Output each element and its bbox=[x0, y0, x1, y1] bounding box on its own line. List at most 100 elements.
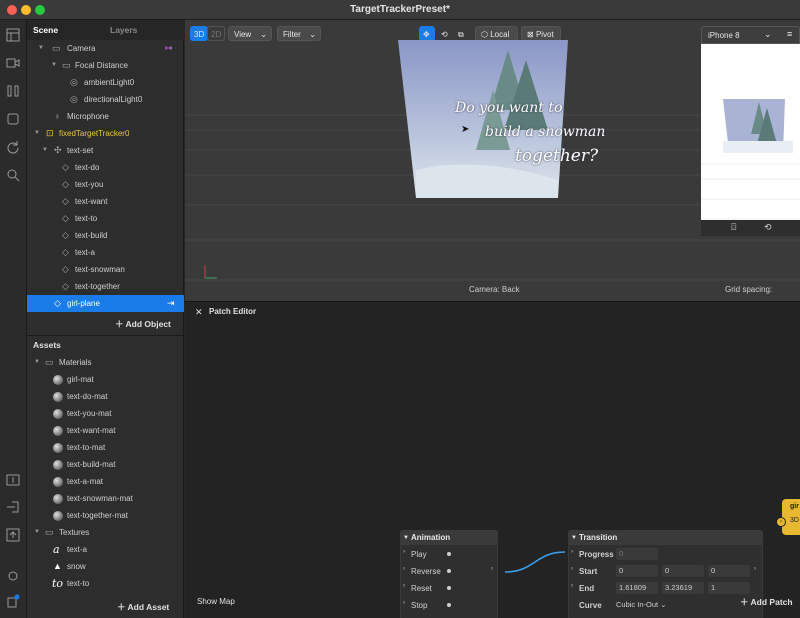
layout-icon[interactable] bbox=[6, 28, 20, 42]
material-item[interactable]: text-you-mat bbox=[27, 405, 184, 422]
scale-tool-icon[interactable]: ⧉ bbox=[454, 26, 470, 41]
add-object-button[interactable]: ＋ Add Object bbox=[115, 318, 171, 330]
assets-materials-folder[interactable]: ▼ ▭ Materials bbox=[27, 354, 184, 371]
transition-patch-node[interactable]: ▼ Transition › Progress 0 › Start 0 0 0 ›… bbox=[568, 530, 763, 618]
scene-item-text-a[interactable]: ◇ text-a bbox=[27, 244, 184, 261]
port-arrow-icon[interactable]: › bbox=[571, 549, 573, 555]
pulse-port[interactable] bbox=[447, 552, 451, 556]
material-item[interactable]: text-build-mat bbox=[27, 456, 184, 473]
close-icon[interactable]: ✕ bbox=[195, 307, 203, 318]
device-selector[interactable]: iPhone 8 ⌄ ≡ bbox=[701, 26, 800, 44]
material-item[interactable]: text-want-mat bbox=[27, 422, 184, 439]
viewport[interactable]: 3D 2D View ⌄ Filter ⌄ ✥ ⟲ ⧉ ⬡ Local ⊠ Pivo… bbox=[185, 20, 800, 301]
pulse-port[interactable] bbox=[447, 569, 451, 573]
device-icon[interactable] bbox=[6, 594, 20, 608]
chevron-down-icon[interactable]: ▼ bbox=[34, 524, 40, 541]
filter-dropdown[interactable]: Filter ⌄ bbox=[277, 26, 321, 41]
pulse-port[interactable] bbox=[447, 586, 451, 590]
material-item[interactable]: girl-mat bbox=[27, 371, 184, 388]
scene-item-ambient-light[interactable]: ◎ ambientLight0 bbox=[27, 74, 184, 91]
show-map-button[interactable]: Show Map bbox=[197, 597, 235, 606]
tab-scene[interactable]: Scene bbox=[33, 25, 58, 35]
pulse-port[interactable] bbox=[447, 603, 451, 607]
mode-3d-button[interactable]: 3D bbox=[190, 26, 209, 41]
stop-icon[interactable] bbox=[6, 112, 20, 126]
chevron-down-icon[interactable]: ▼ bbox=[42, 142, 48, 159]
menu-icon[interactable]: ≡ bbox=[787, 29, 792, 39]
window-title: TargetTrackerPreset* bbox=[350, 4, 450, 15]
input-port-icon[interactable]: › bbox=[776, 517, 786, 527]
port-arrow-icon[interactable]: › bbox=[571, 566, 573, 572]
start-y-field[interactable]: 0 bbox=[662, 565, 704, 577]
add-patch-button[interactable]: ＋ Add Patch bbox=[740, 596, 793, 608]
rotate-tool-icon[interactable]: ⟲ bbox=[437, 26, 453, 41]
light-icon: ◎ bbox=[70, 94, 78, 104]
scene-item-target-tracker[interactable]: ▼ ⊡ fixedTargetTracker0 bbox=[27, 125, 184, 142]
material-item[interactable]: text-a-mat bbox=[27, 473, 184, 490]
progress-field[interactable]: 0 bbox=[616, 548, 658, 560]
scene-item-text-snowman[interactable]: ◇ text-snowman bbox=[27, 261, 184, 278]
refresh-icon[interactable] bbox=[6, 140, 20, 154]
port-arrow-icon[interactable]: › bbox=[403, 600, 405, 606]
view-dropdown[interactable]: View ⌄ bbox=[228, 26, 272, 41]
texture-item[interactable]: ▲ snow bbox=[27, 558, 184, 575]
end-x-field[interactable]: 1.61809 bbox=[616, 582, 658, 594]
import-icon[interactable] bbox=[6, 472, 20, 486]
chevron-down-icon[interactable]: ▼ bbox=[38, 40, 44, 57]
tab-layers[interactable]: Layers bbox=[110, 25, 137, 35]
girl-plane-patch-node[interactable]: gir 3D bbox=[782, 499, 800, 535]
scene-item-camera[interactable]: ▼ ▭ Camera ↦ bbox=[27, 40, 184, 57]
login-icon[interactable] bbox=[6, 500, 20, 514]
scene-item-microphone[interactable]: ♁ Microphone bbox=[27, 108, 184, 125]
texture-item[interactable]: to text-to bbox=[27, 575, 184, 592]
texture-item[interactable]: a text-a bbox=[27, 541, 184, 558]
material-sphere-icon bbox=[53, 494, 63, 504]
bug-icon[interactable] bbox=[6, 568, 20, 582]
upload-icon[interactable] bbox=[6, 528, 20, 542]
add-asset-button[interactable]: ＋ Add Asset bbox=[117, 601, 169, 613]
link-arrow-icon[interactable]: ⇥ bbox=[167, 295, 175, 312]
output-port-icon[interactable]: › bbox=[754, 566, 756, 572]
chevron-down-icon[interactable]: ▼ bbox=[51, 57, 57, 74]
rotate-device-icon[interactable]: ⟲ bbox=[764, 222, 772, 233]
local-toggle-button[interactable]: ⬡ Local bbox=[475, 26, 518, 41]
scene-item-focal-distance[interactable]: ▼ ▭ Focal Distance bbox=[27, 57, 184, 74]
video-icon[interactable] bbox=[6, 56, 20, 70]
animation-patch-node[interactable]: ▼ Animation › Play › Reverse › Reset › St… bbox=[400, 530, 498, 618]
capture-icon[interactable]: ⌼ bbox=[731, 222, 736, 233]
start-z-field[interactable]: 0 bbox=[708, 565, 750, 577]
scene-item-text-together[interactable]: ◇ text-together bbox=[27, 278, 184, 295]
scene-item-girl-plane[interactable]: ◇ girl-plane ⇥ bbox=[27, 295, 184, 312]
port-arrow-icon[interactable]: › bbox=[403, 566, 405, 572]
material-item[interactable]: text-do-mat bbox=[27, 388, 184, 405]
patch-editor[interactable]: ✕ Patch Editor ▼ Animation › Play › Rever… bbox=[185, 301, 800, 618]
patch-connection bbox=[504, 551, 566, 573]
move-tool-icon[interactable]: ✥ bbox=[419, 26, 435, 41]
pause-panel-icon[interactable] bbox=[6, 84, 20, 98]
chevron-down-icon[interactable]: ▼ bbox=[34, 125, 40, 142]
material-item[interactable]: text-together-mat bbox=[27, 507, 184, 524]
port-arrow-icon[interactable]: › bbox=[403, 583, 405, 589]
search-icon[interactable] bbox=[6, 168, 20, 182]
card-text: Do you want to build a snowman together? bbox=[455, 100, 606, 166]
curve-dropdown[interactable]: Cubic In-Out ⌄ bbox=[613, 599, 675, 611]
scene-item-text-set[interactable]: ▼ ✣ text-set bbox=[27, 142, 184, 159]
scene-item-text-you[interactable]: ◇ text-you bbox=[27, 176, 184, 193]
output-port-icon[interactable]: › bbox=[491, 566, 493, 572]
pivot-toggle-button[interactable]: ⊠ Pivot bbox=[521, 26, 561, 41]
material-item[interactable]: text-to-mat bbox=[27, 439, 184, 456]
port-arrow-icon[interactable]: › bbox=[571, 583, 573, 589]
end-y-field[interactable]: 3.23619 bbox=[662, 582, 704, 594]
material-item[interactable]: text-snowman-mat bbox=[27, 490, 184, 507]
port-arrow-icon[interactable]: › bbox=[403, 549, 405, 555]
scene-item-text-want[interactable]: ◇ text-want bbox=[27, 193, 184, 210]
start-x-field[interactable]: 0 bbox=[616, 565, 658, 577]
mode-2d-button[interactable]: 2D bbox=[207, 26, 226, 41]
chevron-down-icon[interactable]: ▼ bbox=[34, 354, 40, 371]
assets-textures-folder[interactable]: ▼ ▭ Textures bbox=[27, 524, 184, 541]
scene-item-directional-light[interactable]: ◎ directionalLight0 bbox=[27, 91, 184, 108]
scene-item-text-to[interactable]: ◇ text-to bbox=[27, 210, 184, 227]
scene-item-text-do[interactable]: ◇ text-do bbox=[27, 159, 184, 176]
end-z-field[interactable]: 1 bbox=[708, 582, 750, 594]
scene-item-text-build[interactable]: ◇ text-build bbox=[27, 227, 184, 244]
